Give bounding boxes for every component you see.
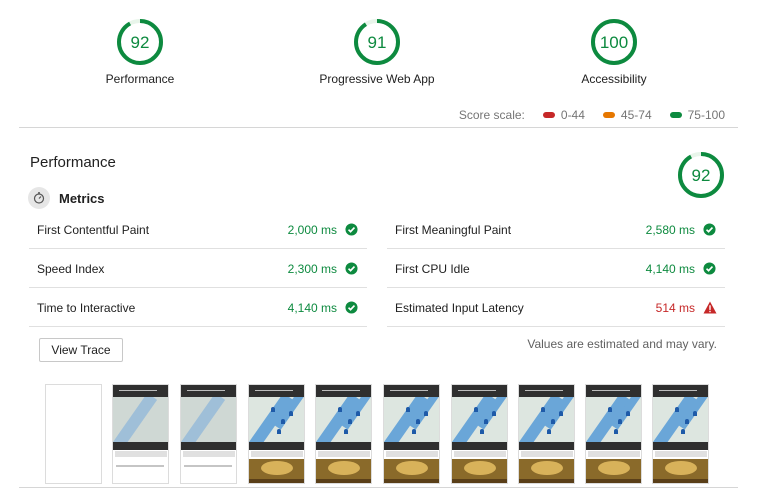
score-scale-label: Score scale: (458, 108, 525, 122)
gauge-label: Performance (105, 72, 175, 86)
view-trace-button[interactable]: View Trace (39, 338, 123, 362)
score-gauge: 92 (678, 152, 724, 198)
score-gauge: 91 (354, 19, 400, 65)
section-score-gauge: 92 (677, 151, 725, 204)
metric-name: Time to Interactive (37, 300, 136, 315)
section-title: Performance (30, 154, 116, 171)
metric-value: 2,300 ms (287, 261, 337, 276)
metric-name: Estimated Input Latency (395, 300, 524, 315)
scale-range-label: 45-74 (620, 108, 652, 122)
metric-first-contentful-paint: First Contentful Paint 2,000 ms (29, 211, 367, 249)
filmstrip-frame-loaded (248, 384, 305, 484)
metric-first-meaningful-paint: First Meaningful Paint 2,580 ms (387, 211, 725, 249)
metrics-header: Metrics (28, 187, 105, 209)
score-gauge: 100 (591, 19, 637, 65)
metric-value: 4,140 ms (287, 300, 337, 315)
stopwatch-icon (28, 187, 50, 209)
metrics-title: Metrics (59, 190, 105, 206)
filmstrip-frame-loading (180, 384, 237, 484)
filmstrip-frame-loaded (315, 384, 372, 484)
filmstrip-frame-blank (45, 384, 102, 484)
gauge-score: 91 (368, 33, 387, 52)
metric-name: First Contentful Paint (37, 222, 150, 237)
scale-item-average: 45-74 (602, 108, 652, 122)
filmstrip-frame-loaded (383, 384, 440, 484)
metric-speed-index: Speed Index 2,300 ms (29, 250, 367, 288)
warning-triangle-icon (703, 301, 717, 315)
gauge-score: 92 (131, 33, 150, 52)
scale-range-label: 0-44 (560, 108, 585, 122)
gauge-label: Progressive Web App (319, 72, 435, 86)
metric-name: Speed Index (37, 261, 105, 276)
check-circle-icon (345, 301, 359, 315)
estimate-note: Values are estimated and may vary. (527, 337, 717, 351)
score-gauge: 92 (117, 19, 163, 65)
filmstrip-frame-loaded (585, 384, 642, 484)
gauge-label: Accessibility (581, 72, 647, 86)
filmstrip-frame-loaded (451, 384, 508, 484)
summary-gauge-accessibility[interactable]: 100 Accessibility (514, 18, 714, 86)
summary-gauge-performance[interactable]: 92 Performance (40, 18, 240, 86)
score-scale: Score scale: 0-44 45-74 75-100 (459, 108, 725, 122)
summary-gauge-pwa[interactable]: 91 Progressive Web App (277, 18, 477, 86)
metric-time-to-interactive: Time to Interactive 4,140 ms (29, 289, 367, 327)
scale-item-fail: 0-44 (542, 108, 585, 122)
metric-estimated-input-latency: Estimated Input Latency 514 ms (387, 289, 725, 327)
check-circle-icon (345, 262, 359, 276)
fail-pill-icon (542, 112, 555, 118)
scale-item-pass: 75-100 (669, 108, 725, 122)
check-circle-icon (345, 223, 359, 237)
gauge-score: 100 (600, 33, 628, 52)
metric-name: First CPU Idle (395, 261, 470, 276)
metric-value: 2,000 ms (287, 222, 337, 237)
filmstrip-frame-loaded (518, 384, 575, 484)
metric-value: 2,580 ms (645, 222, 695, 237)
gauge-score: 92 (692, 166, 711, 185)
check-circle-icon (703, 262, 717, 276)
pass-pill-icon (669, 112, 682, 118)
divider (19, 127, 738, 128)
divider (19, 487, 738, 488)
filmstrip-frame-loaded (652, 384, 709, 484)
metric-value: 4,140 ms (645, 261, 695, 276)
check-circle-icon (703, 223, 717, 237)
filmstrip-frame-loading (112, 384, 169, 484)
metric-value: 514 ms (655, 300, 695, 315)
metric-first-cpu-idle: First CPU Idle 4,140 ms (387, 250, 725, 288)
metric-name: First Meaningful Paint (395, 222, 512, 237)
average-pill-icon (602, 112, 615, 118)
scale-range-label: 75-100 (687, 108, 725, 122)
